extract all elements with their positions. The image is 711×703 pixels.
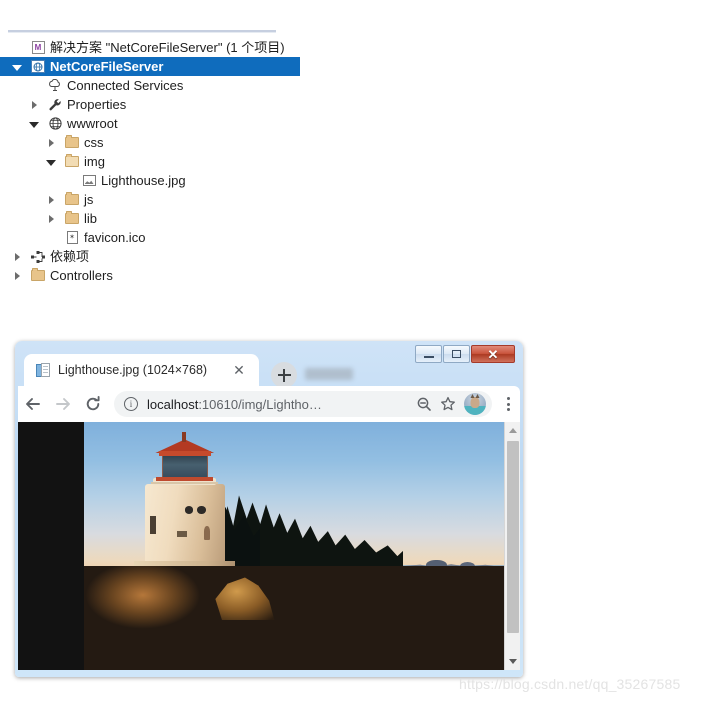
tree-item-label: Connected Services xyxy=(67,78,184,93)
tree-item-lib[interactable]: lib xyxy=(0,209,300,228)
chevron-right-icon[interactable] xyxy=(28,95,40,114)
forward-button[interactable] xyxy=(48,389,78,419)
folder-icon xyxy=(64,133,80,152)
folder-icon xyxy=(64,209,80,228)
omnibox-actions xyxy=(412,392,492,416)
forward-arrow-icon xyxy=(56,398,70,410)
tree-item-project[interactable]: NetCoreFileServer xyxy=(0,57,300,76)
close-button[interactable]: ✕ xyxy=(471,345,515,363)
tree-item-properties[interactable]: Properties xyxy=(0,95,300,114)
vertical-scrollbar[interactable] xyxy=(504,422,520,670)
folder-icon xyxy=(64,190,80,209)
three-dot-menu-icon[interactable] xyxy=(498,392,518,416)
tree-item-favicon-ico[interactable]: ✶ favicon.ico xyxy=(0,228,300,247)
address-bar[interactable]: i localhost:10610/img/Lightho… xyxy=(114,391,492,417)
minimize-button[interactable] xyxy=(415,345,442,363)
folder-icon xyxy=(30,266,46,285)
chevron-right-icon[interactable] xyxy=(11,247,23,266)
tree-item-label: Lighthouse.jpg xyxy=(101,173,186,188)
wrench-icon xyxy=(47,95,63,114)
chevron-right-icon[interactable] xyxy=(45,190,57,209)
chevron-down-icon[interactable] xyxy=(28,114,40,133)
project-web-icon xyxy=(30,57,46,76)
tree-item-lighthouse-jpg[interactable]: Lighthouse.jpg xyxy=(0,171,300,190)
tree-item-label: lib xyxy=(84,211,98,226)
folder-open-icon xyxy=(64,152,80,171)
ico-file-icon: ✶ xyxy=(64,228,80,247)
tree-item-label: css xyxy=(84,135,104,150)
reload-button[interactable] xyxy=(78,389,108,419)
tab-title: Lighthouse.jpg (1024×768) xyxy=(58,363,208,377)
lighthouse-photo[interactable] xyxy=(84,422,504,670)
bookmark-button[interactable] xyxy=(436,392,460,416)
page-content-viewport xyxy=(18,422,520,670)
tree-item-label: js xyxy=(84,192,94,207)
tab-favicon-image-document-icon xyxy=(36,362,50,378)
project-tree[interactable]: M 解决方案 "NetCoreFileServer" (1 个项目) NetCore… xyxy=(0,38,300,285)
reload-icon xyxy=(86,395,100,411)
solution-explorer-panel: M 解决方案 "NetCoreFileServer" (1 个项目) NetCore… xyxy=(0,0,300,300)
dependencies-icon xyxy=(30,247,46,266)
chevron-right-icon[interactable] xyxy=(11,266,23,285)
close-icon: ✕ xyxy=(487,346,499,362)
tree-item-label: img xyxy=(84,154,105,169)
tree-item-img[interactable]: img xyxy=(0,152,300,171)
url-host: localhost xyxy=(147,396,199,412)
scroll-up-arrow[interactable] xyxy=(505,422,520,439)
url-text: localhost:10610/img/Lightho… xyxy=(147,397,322,412)
tree-item-wwwroot[interactable]: wwwroot xyxy=(0,114,300,133)
chevron-right-icon[interactable] xyxy=(45,209,57,228)
window-frame: ✕ Lighthouse.jpg (1024×768) ✕ i localhos… xyxy=(15,341,523,677)
tree-item-label: NetCoreFileServer xyxy=(50,59,164,74)
tree-item-label: Controllers xyxy=(50,268,113,283)
browser-tab[interactable]: Lighthouse.jpg (1024×768) ✕ xyxy=(24,354,259,386)
tree-item-label: wwwroot xyxy=(67,116,118,131)
maximize-button[interactable] xyxy=(443,345,470,363)
browser-toolbar: i localhost:10610/img/Lightho… xyxy=(18,386,520,422)
plus-icon xyxy=(277,368,291,382)
chevron-right-icon[interactable] xyxy=(45,133,57,152)
globe-icon xyxy=(47,114,63,133)
window-controls[interactable]: ✕ xyxy=(414,345,515,363)
star-icon xyxy=(441,396,455,411)
site-info-icon[interactable]: i xyxy=(124,397,138,411)
tree-item-label: 解决方案 "NetCoreFileServer" (1 个项目) xyxy=(50,40,285,55)
tab-close-icon[interactable]: ✕ xyxy=(232,363,246,377)
back-button[interactable] xyxy=(18,389,48,419)
tree-item-label: favicon.ico xyxy=(84,230,146,245)
tree-item-js[interactable]: js xyxy=(0,190,300,209)
tree-item-label: 依赖项 xyxy=(50,249,90,264)
image-file-icon xyxy=(81,171,97,190)
solution-icon: M xyxy=(30,38,46,57)
tree-item-connected-services[interactable]: Connected Services xyxy=(0,76,300,95)
blurred-tab-region xyxy=(305,368,353,380)
tree-item-controllers[interactable]: Controllers xyxy=(0,266,300,285)
profile-avatar[interactable] xyxy=(464,393,486,415)
url-path: :10610/img/Lightho… xyxy=(198,396,322,412)
back-arrow-icon xyxy=(26,398,40,410)
chevron-down-icon[interactable] xyxy=(11,57,23,76)
chrome-browser-window[interactable]: ✕ Lighthouse.jpg (1024×768) ✕ i localhos… xyxy=(15,341,523,677)
connected-services-icon xyxy=(47,76,63,95)
tree-item-dependencies[interactable]: 依赖项 xyxy=(0,247,300,266)
panel-divider-shadow xyxy=(8,32,276,33)
zoom-out-button[interactable] xyxy=(412,392,436,416)
chevron-down-icon[interactable] xyxy=(45,152,57,171)
tree-item-css[interactable]: css xyxy=(0,133,300,152)
watermark-text: https://blog.csdn.net/qq_35267585 xyxy=(459,676,681,692)
tree-item-solution[interactable]: M 解决方案 "NetCoreFileServer" (1 个项目) xyxy=(0,38,300,57)
tree-item-label: Properties xyxy=(67,97,127,112)
zoom-out-icon xyxy=(417,397,431,411)
scroll-thumb[interactable] xyxy=(507,441,519,633)
new-tab-button[interactable] xyxy=(271,362,297,388)
scroll-down-arrow[interactable] xyxy=(505,653,520,670)
